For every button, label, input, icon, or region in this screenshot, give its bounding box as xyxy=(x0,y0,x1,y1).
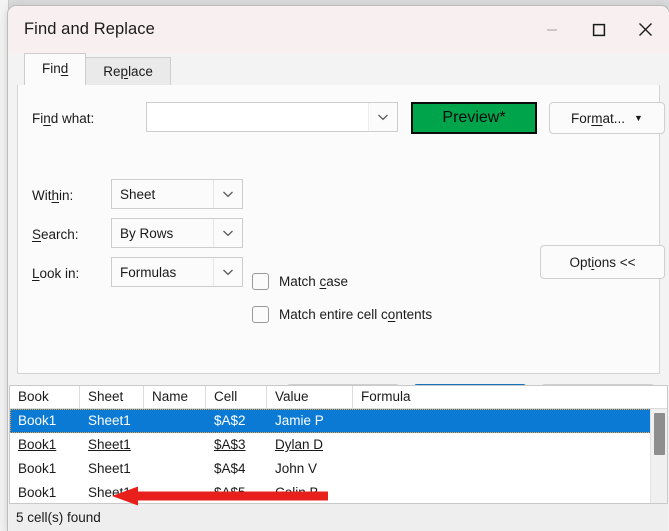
maximize-icon xyxy=(592,23,606,37)
table-cell-value: Colin B xyxy=(267,481,353,505)
checkbox-icon[interactable] xyxy=(252,273,269,290)
table-cell-name xyxy=(144,409,206,433)
options-button-label: Options << xyxy=(569,255,635,270)
lookin-select[interactable]: Formulas xyxy=(111,257,243,287)
tab-strip: Find Replace xyxy=(8,53,669,85)
scrollbar-thumb[interactable] xyxy=(654,413,665,455)
results-column-header[interactable]: Cell xyxy=(206,386,267,408)
chevron-down-icon[interactable] xyxy=(213,219,242,247)
minimize-button[interactable] xyxy=(528,6,575,53)
table-cell-value: Jamie P xyxy=(267,409,353,433)
status-bar: 5 cell(s) found xyxy=(9,503,668,531)
tab-replace-label: Replace xyxy=(103,64,153,79)
lookin-value: Formulas xyxy=(112,265,213,280)
format-button[interactable]: Format... ▼ xyxy=(549,102,665,134)
results-list[interactable]: BookSheetNameCellValueFormula Book1Sheet… xyxy=(9,385,668,507)
table-cell-formula xyxy=(353,433,634,457)
tab-replace[interactable]: Replace xyxy=(85,57,171,85)
table-cell-name xyxy=(144,433,206,457)
checkbox-match-case[interactable]: Match case xyxy=(252,273,348,290)
find-and-replace-dialog: Find and Replace Find xyxy=(8,6,669,531)
table-cell-sheet: Sheet1 xyxy=(80,481,144,505)
search-value: By Rows xyxy=(112,226,213,241)
lookin-label: Look in: xyxy=(32,266,79,281)
results-vertical-scrollbar[interactable] xyxy=(650,409,667,506)
caption-button-group xyxy=(528,6,669,53)
chevron-down-icon[interactable] xyxy=(368,103,397,131)
results-column-header[interactable]: Sheet xyxy=(80,386,144,408)
table-cell-formula xyxy=(353,409,634,433)
tab-find[interactable]: Find xyxy=(24,53,86,85)
table-cell-formula xyxy=(353,481,634,505)
table-cell-cell: $A$3 xyxy=(206,433,267,457)
within-value: Sheet xyxy=(112,187,213,202)
results-column-header[interactable]: Book xyxy=(10,386,80,408)
table-row[interactable]: Book1Sheet1 $A$4John V xyxy=(10,457,667,481)
table-cell-value: Dylan D xyxy=(267,433,353,457)
results-body: Book1Sheet1$A$2Jamie PBook1Sheet1$A$3Dyl… xyxy=(10,409,667,505)
table-cell-value: John V xyxy=(267,457,353,481)
table-cell-book: Book1 xyxy=(10,481,80,505)
within-select[interactable]: Sheet xyxy=(111,179,243,209)
find-what-label: Find what: xyxy=(32,111,94,126)
results-column-header[interactable]: Name xyxy=(144,386,206,408)
table-cell-sheet: Sheet1 xyxy=(80,433,144,457)
window-title: Find and Replace xyxy=(24,20,155,39)
match-case-label: Match case xyxy=(279,274,348,289)
chevron-down-icon[interactable] xyxy=(213,258,242,286)
table-row[interactable]: Book1Sheet1 $A$2Jamie P xyxy=(10,409,667,433)
table-cell-sheet: Sheet1 xyxy=(80,409,144,433)
table-row[interactable]: Book1Sheet1 $A$3Dylan D xyxy=(10,433,667,457)
match-entire-cell-contents-label: Match entire cell contents xyxy=(279,307,432,322)
find-panel: Find what: Preview* Format... ▼ Within: … xyxy=(17,85,660,374)
tab-find-label: Find xyxy=(42,61,68,76)
search-select[interactable]: By Rows xyxy=(111,218,243,248)
maximize-button[interactable] xyxy=(575,6,622,53)
results-column-header[interactable]: Formula xyxy=(353,386,634,408)
checkbox-icon[interactable] xyxy=(252,306,269,323)
caret-down-icon: ▼ xyxy=(634,114,643,123)
within-label: Within: xyxy=(32,188,73,203)
status-text: 5 cell(s) found xyxy=(16,510,101,525)
options-button[interactable]: Options << xyxy=(540,245,665,279)
table-cell-book: Book1 xyxy=(10,409,80,433)
table-cell-name xyxy=(144,457,206,481)
results-column-header[interactable]: Value xyxy=(267,386,353,408)
preview-button[interactable]: Preview* xyxy=(411,102,537,134)
table-cell-book: Book1 xyxy=(10,433,80,457)
table-cell-cell: $A$5 xyxy=(206,481,267,505)
table-cell-sheet: Sheet1 xyxy=(80,457,144,481)
minimize-icon xyxy=(546,24,558,36)
table-cell-name xyxy=(144,481,206,505)
close-icon xyxy=(638,22,653,37)
close-button[interactable] xyxy=(622,6,669,53)
results-header-row: BookSheetNameCellValueFormula xyxy=(10,386,667,409)
table-cell-cell: $A$2 xyxy=(206,409,267,433)
table-cell-book: Book1 xyxy=(10,457,80,481)
chevron-down-icon[interactable] xyxy=(213,180,242,208)
checkbox-match-entire-cell-contents[interactable]: Match entire cell contents xyxy=(252,306,432,323)
find-what-combobox[interactable] xyxy=(146,102,398,132)
table-row[interactable]: Book1Sheet1 $A$5Colin B xyxy=(10,481,667,505)
search-label: Search: xyxy=(32,227,79,242)
title-bar[interactable]: Find and Replace xyxy=(8,6,669,53)
format-button-label: Format... xyxy=(571,111,625,126)
table-cell-formula xyxy=(353,457,634,481)
table-cell-cell: $A$4 xyxy=(206,457,267,481)
